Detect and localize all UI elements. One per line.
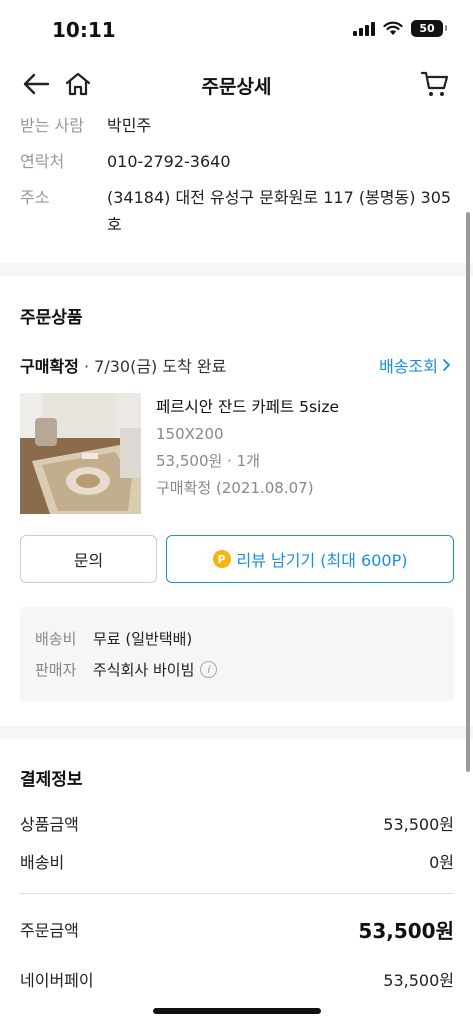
payment-title: 결제정보 — [20, 770, 83, 790]
order-status-bold: 구매확정 — [20, 357, 79, 376]
seller-info-icon[interactable]: i — [200, 661, 218, 678]
product-price-qty: 53,500원 · 1개 — [156, 452, 260, 470]
payment-row-shipping: 배송비 0원 — [20, 849, 454, 873]
tracking-link[interactable]: 배송조회 — [379, 353, 451, 377]
product-confirm-date: 구매확정 (2021.08.07) — [156, 479, 314, 497]
address-line-2: 호 — [107, 215, 122, 234]
seller-value: 주식회사 바이빔 — [93, 661, 195, 679]
write-review-label: 리뷰 남기기 (최대 600P) — [236, 551, 408, 570]
shipping-fee-row: 배송비 무료 (일반택배) — [35, 628, 192, 649]
inquiry-button[interactable]: 문의 — [20, 535, 157, 583]
order-status: 구매확정 · 7/30(금) 도착 완료 — [20, 353, 226, 377]
cellular-signal-icon — [353, 21, 375, 36]
recipient-name: 박민주 — [107, 116, 152, 135]
product-info: 페르시안 잔드 카페트 5size 150X200 53,500원 · 1개 구… — [156, 394, 339, 502]
recipient-phone: 010-2792-3640 — [107, 152, 231, 171]
payment-row-product-amount: 상품금액 53,500원 — [20, 811, 454, 835]
payment-row-value: 0원 — [429, 853, 454, 872]
page-title: 주문상세 — [201, 76, 272, 98]
shipping-fee-label: 배송비 — [35, 630, 77, 648]
recipient-address-label: 주소 — [20, 188, 50, 207]
recipient-address-row: 주소 (34184) 대전 유성구 문화원로 117 (봉명동) 305 호 — [20, 184, 451, 238]
chevron-right-icon — [443, 359, 451, 371]
recipient-address: (34184) 대전 유성구 문화원로 117 (봉명동) 305 호 — [107, 184, 451, 238]
shipping-fee-value: 무료 (일반택배) — [93, 630, 193, 648]
shipping-info-box: 배송비 무료 (일반택배) 판매자 주식회사 바이빔 i — [20, 607, 454, 701]
payment-divider — [20, 893, 454, 894]
tracking-link-label: 배송조회 — [379, 357, 438, 376]
point-coin-icon: P — [212, 550, 231, 568]
rug-product-image — [20, 393, 141, 514]
payment-row-value: 53,500원 — [383, 815, 454, 834]
payment-method-value: 53,500원 — [383, 971, 454, 990]
recipient-phone-label: 연락처 — [20, 152, 65, 171]
order-status-detail: · 7/30(금) 도착 완료 — [78, 357, 227, 376]
cart-button[interactable] — [417, 66, 453, 102]
payment-row-label: 상품금액 — [20, 815, 79, 834]
product-thumbnail[interactable] — [20, 393, 141, 514]
section-divider — [0, 726, 473, 739]
payment-method-row: 네이버페이 53,500원 — [20, 967, 454, 991]
status-bar: 10:11 50 — [0, 0, 473, 60]
recipient-phone-row: 연락처 010-2792-3640 — [20, 148, 231, 175]
recipient-name-row: 받는 사람 박민주 — [20, 112, 151, 139]
app-header: 주문상세 — [0, 60, 473, 108]
scrollbar[interactable] — [466, 212, 470, 772]
payment-method-label: 네이버페이 — [20, 971, 94, 990]
section-divider — [0, 263, 473, 276]
order-items-title: 주문상품 — [20, 308, 83, 328]
home-indicator — [153, 1008, 321, 1014]
status-time: 10:11 — [52, 18, 116, 42]
address-line-1: (34184) 대전 유성구 문화원로 117 (봉명동) 305 — [107, 188, 452, 207]
payment-total-row: 주문금액 53,500원 — [20, 916, 454, 943]
payment-total-value: 53,500원 — [358, 918, 454, 943]
write-review-button[interactable]: P 리뷰 남기기 (최대 600P) — [166, 535, 454, 583]
wifi-icon — [383, 21, 403, 35]
seller-label: 판매자 — [35, 661, 77, 679]
product-option: 150X200 — [156, 425, 224, 443]
payment-row-label: 배송비 — [20, 853, 65, 872]
payment-total-label: 주문금액 — [20, 921, 79, 940]
seller-row: 판매자 주식회사 바이빔 i — [35, 659, 218, 680]
inquiry-button-label: 문의 — [73, 551, 104, 570]
product-name[interactable]: 페르시안 잔드 카페트 5size — [156, 394, 339, 421]
battery-icon: 50 — [411, 20, 447, 37]
status-icons: 50 — [353, 20, 447, 37]
recipient-name-label: 받는 사람 — [20, 116, 84, 135]
cart-icon — [420, 71, 449, 96]
